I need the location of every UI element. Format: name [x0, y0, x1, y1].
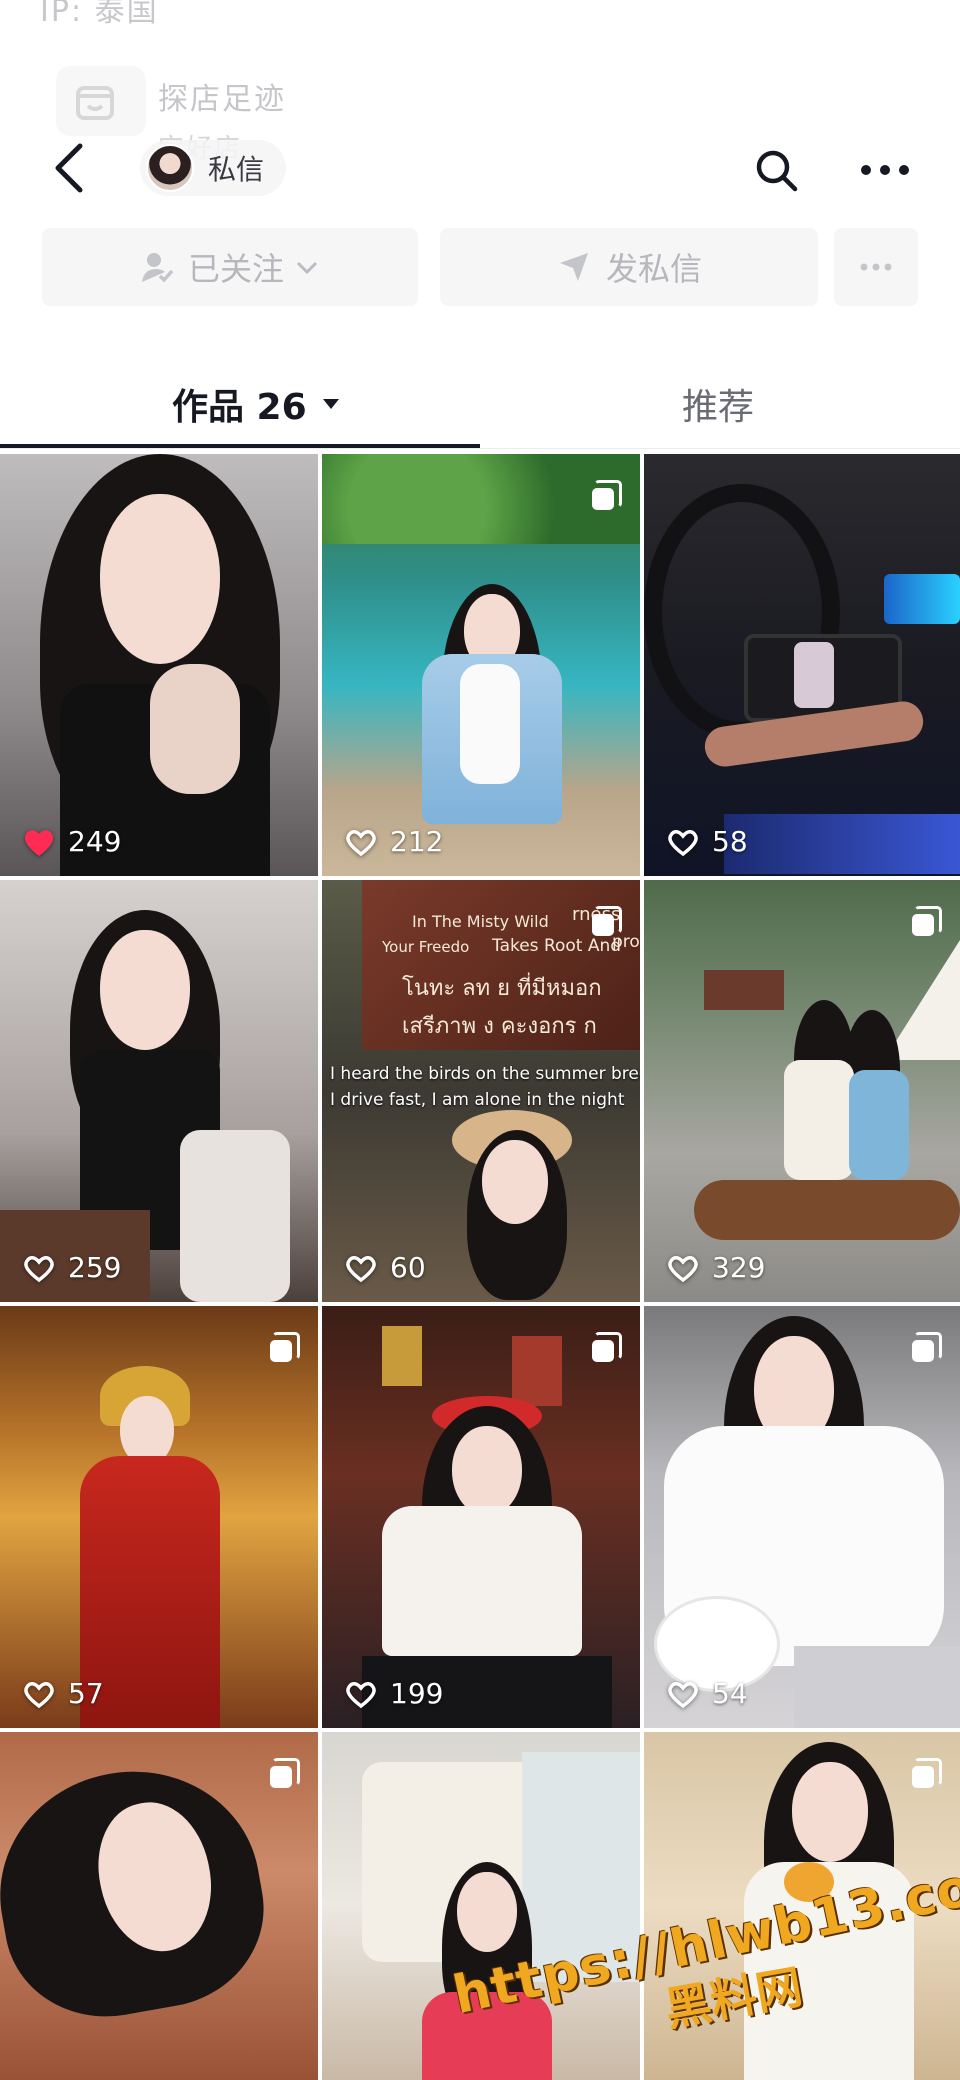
like-count: 329 — [666, 1251, 765, 1284]
heart-outline-icon — [24, 1681, 54, 1708]
like-count: 57 — [22, 1677, 104, 1710]
image-caption: I heard the birds on the summer breeze — [330, 1064, 640, 1084]
heart-filled-icon — [24, 829, 54, 856]
post-thumbnail[interactable]: 212 — [322, 454, 640, 876]
more-options-button[interactable] — [858, 150, 912, 190]
faded-ip-row: IP: 泰国 — [0, 0, 960, 40]
tab-works-label: 作品 26 — [172, 387, 307, 428]
multi-image-icon — [592, 1332, 622, 1362]
ip-location-text: IP: 泰国 — [40, 0, 159, 29]
like-count: 54 — [666, 1677, 748, 1710]
ellipsis-icon — [861, 165, 909, 175]
heart-outline-icon — [24, 1255, 54, 1282]
user-check-icon — [140, 250, 174, 284]
followed-button[interactable]: 已关注 — [42, 228, 418, 306]
post-thumbnail[interactable]: 249 — [0, 454, 318, 876]
tab-works[interactable]: 作品 26 — [172, 378, 341, 430]
caret-down-icon — [321, 397, 341, 411]
back-button[interactable] — [44, 138, 94, 198]
heart-outline-icon — [346, 1681, 376, 1708]
more-actions-button[interactable] — [834, 228, 918, 306]
heart-outline-icon — [346, 829, 376, 856]
avatar — [146, 144, 194, 192]
dm-pill-button[interactable]: 私信 — [140, 140, 287, 196]
post-thumbnail[interactable]: 329 — [644, 880, 960, 1302]
multi-image-icon — [592, 906, 622, 936]
send-icon — [556, 249, 592, 285]
send-message-label: 发私信 — [605, 250, 702, 288]
dm-label: 私信 — [208, 153, 265, 186]
multi-image-icon — [270, 1758, 300, 1788]
search-button[interactable] — [752, 146, 802, 196]
ellipsis-icon — [860, 263, 892, 271]
send-message-button[interactable]: 发私信 — [440, 228, 818, 306]
heart-outline-icon — [668, 1255, 698, 1282]
post-thumbnail[interactable] — [0, 1732, 318, 2080]
post-thumbnail[interactable]: 54 — [644, 1306, 960, 1728]
post-thumbnail[interactable]: In The Misty Wild rness Your Freedo Take… — [322, 880, 640, 1302]
like-count: 249 — [22, 825, 121, 858]
post-thumbnail[interactable]: 199 — [322, 1306, 640, 1728]
multi-image-icon — [592, 480, 622, 510]
shop-visits-card[interactable] — [56, 66, 146, 136]
like-count: 58 — [666, 825, 748, 858]
like-count: 199 — [344, 1677, 443, 1710]
like-count: 259 — [22, 1251, 121, 1284]
chevron-down-icon — [294, 257, 320, 277]
like-count: 212 — [344, 825, 443, 858]
like-count: 60 — [344, 1251, 426, 1284]
heart-outline-icon — [346, 1255, 376, 1282]
post-thumbnail[interactable]: 259 — [0, 880, 318, 1302]
tab-recommend[interactable]: 推荐 — [682, 378, 754, 430]
multi-image-icon — [912, 906, 942, 936]
shop-visits-title: 探店足迹 — [158, 82, 286, 117]
multi-image-icon — [912, 1758, 942, 1788]
post-thumbnail[interactable]: 58 — [644, 454, 960, 876]
search-icon — [756, 150, 798, 192]
chevron-left-icon — [55, 143, 83, 193]
heart-outline-icon — [668, 829, 698, 856]
multi-image-icon — [912, 1332, 942, 1362]
store-icon — [70, 76, 120, 136]
tab-divider — [0, 448, 960, 449]
post-thumbnail[interactable] — [322, 1732, 640, 2080]
multi-image-icon — [270, 1332, 300, 1362]
post-thumbnail[interactable]: 57 — [0, 1306, 318, 1728]
followed-label: 已关注 — [187, 250, 284, 288]
heart-outline-icon — [668, 1681, 698, 1708]
posts-grid: 249 212 58 259 In The Misty Wild rness Y… — [0, 454, 960, 2080]
image-caption: I drive fast, I am alone in the night — [330, 1090, 625, 1110]
